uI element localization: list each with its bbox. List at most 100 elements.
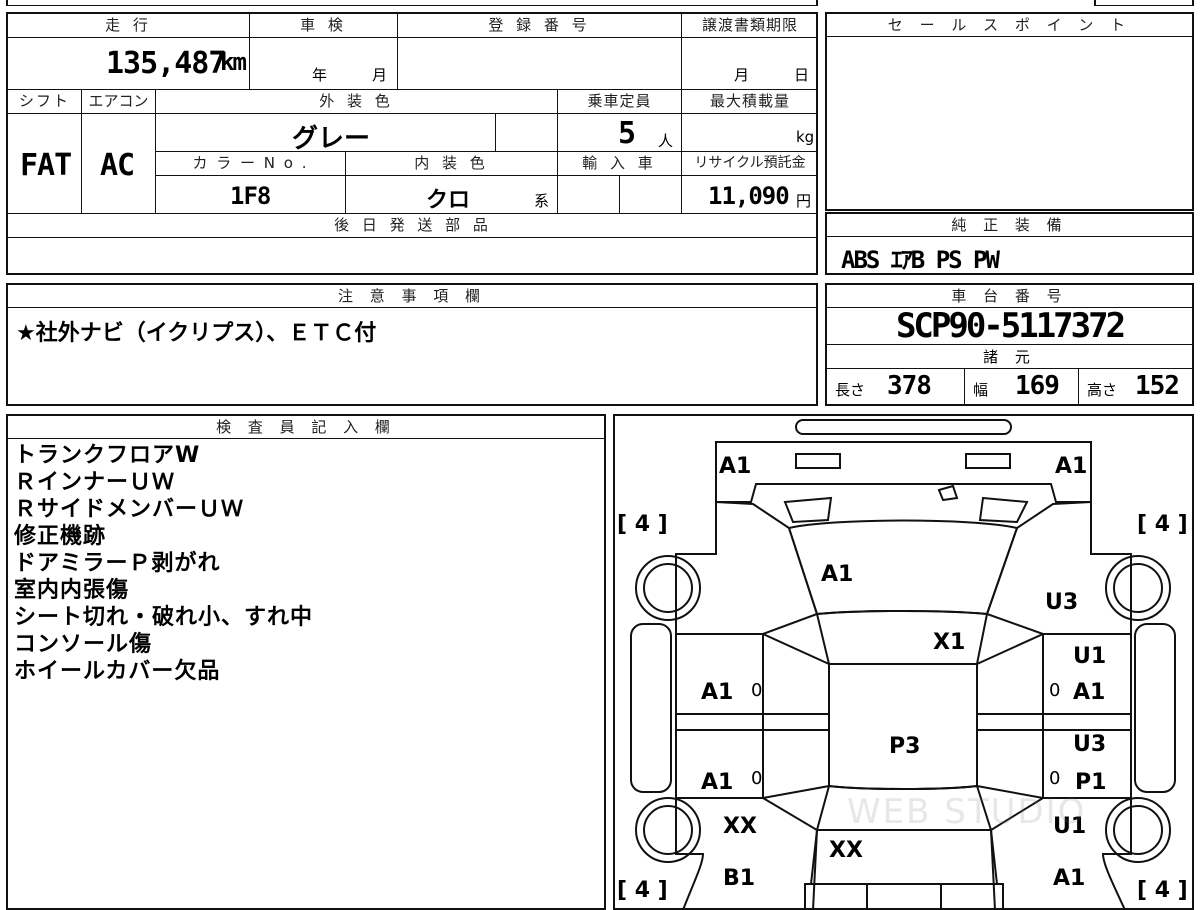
mark-zero: 0 [751,768,763,789]
mileage-label: 走 行 [8,14,250,38]
notes-text: ★社外ナビ（イクリプス）、ＥＴＣ付 [16,321,377,346]
mileage-unit: km [220,48,247,76]
inspector-line: ＲサイドメンバーＵＷ [14,497,245,522]
mileage-value: 135,487 [106,46,226,81]
transfer-month-unit: 月 [734,66,750,84]
registration-cell [398,38,682,90]
color-no-label: カ ラ ー N o . [156,152,346,176]
exterior-color-extra-cell [496,114,558,152]
exterior-color-value: グレー [292,124,371,154]
spec-length-value: 378 [887,371,932,401]
mark-front-left: B1 [723,866,756,891]
inspector-line: ＲインナーＵＷ [14,470,176,495]
mark-zero: 0 [1049,680,1061,701]
spec-height: 高さ 152 [1079,369,1192,404]
mark-zero: 0 [751,680,763,701]
watermark: WEB STUDIO [847,792,1087,832]
capacity-value: 5 [618,116,637,151]
genuine-equipment-value: ABS ｴｱB PS PW [841,246,1000,274]
capacity-unit: 人 [658,132,674,150]
registration-label: 登 録 番 号 [398,14,682,38]
spec-width: 幅 169 [965,369,1079,404]
tire-front-left: [ 4 ] [617,878,668,903]
spec-height-label: 高さ [1087,381,1118,399]
interior-color-value: クロ [426,188,471,213]
mark-left-fender: XX [723,814,757,839]
inspector-line: シート切れ・破れ小、すれ中 [14,605,314,630]
transfer-day-unit: 日 [794,66,810,84]
import-label: 輸 入 車 [558,152,682,176]
recycle-value: 11,090 [708,182,790,210]
mark-rear-glass: A1 [821,562,854,587]
interior-color-cell: クロ 系 [346,176,558,214]
max-load-unit: kg [796,128,815,146]
aircon-value: AC [100,148,135,183]
top-strip [6,0,818,6]
mark-right-rear-door-top: U1 [1073,644,1107,669]
aircon-cell: AC [82,114,156,214]
capacity-cell: 5 人 [558,114,682,152]
mark-right-quarter: U3 [1045,590,1079,615]
recycle-label: リサイクル預託金 [682,152,818,176]
transfer-deadline-cell: 月 日 [682,38,818,90]
recycle-cell: 11,090 円 [682,176,818,214]
max-load-label: 最大積載量 [682,90,818,114]
inspector-line: 修正機跡 [14,524,107,549]
inspection-cell: 年 月 [250,38,398,90]
transfer-deadline-label: 譲渡書類期限 [682,14,818,38]
car-diagram-box: [ 4 ] [ 4 ] [ 4 ] [ 4 ] A1 A1 A1 U3 X1 U… [613,414,1194,910]
capacity-label: 乗車定員 [558,90,682,114]
inspector-line: 室内内張傷 [14,578,130,603]
import-cell-b [620,176,682,214]
exterior-color-label: 外 装 色 [156,90,558,114]
mark-hood: XX [829,838,863,863]
interior-color-label: 内 装 色 [346,152,558,176]
shift-value: FAT [20,148,72,183]
chassis-box: 車 台 番 号 SCP90-5117372 諸 元 長さ 378 幅 169 高… [825,283,1194,406]
car-diagram-outline [630,419,1176,908]
tire-rear-right: [ 4 ] [1137,512,1188,537]
mark-left-rear-door: A1 [701,680,734,705]
later-parts-label: 後 日 発 送 部 品 [8,214,818,238]
top-strip-right [1094,0,1194,6]
vehicle-info-sheet: 走 行 車 検 登 録 番 号 譲渡書類期限 135,487 km 年 月 月 … [6,12,818,275]
spec-height-value: 152 [1135,371,1180,401]
mark-roof-center: P3 [889,734,921,759]
aircon-label: エアコン [82,90,156,114]
inspector-line: トランクフロアW [14,443,201,468]
import-cell-a [558,176,620,214]
inspection-year-unit: 年 [312,66,328,84]
genuine-equipment-label: 純 正 装 備 [827,214,1192,237]
shift-cell: FAT [8,114,82,214]
interior-color-suffix: 系 [534,192,550,210]
tire-front-right: [ 4 ] [1137,878,1188,903]
mark-rear-left-top: A1 [719,454,752,479]
color-no-value: 1F8 [230,182,271,210]
notes-label: 注 意 事 項 欄 [8,285,816,308]
inspector-label: 検 査 員 記 入 欄 [8,416,604,439]
chassis-value: SCP90-5117372 [827,307,1192,345]
spec-width-label: 幅 [973,381,989,399]
mark-front-right: A1 [1053,866,1086,891]
mark-roof-right: X1 [933,630,966,655]
mark-rear-right-top: A1 [1055,454,1088,479]
inspection-label: 車 検 [250,14,398,38]
mark-left-front-door: A1 [701,770,734,795]
sales-point-label: セ ー ル ス ポ イ ン ト [827,14,1192,37]
notes-box: 注 意 事 項 欄 ★社外ナビ（イクリプス）、ＥＴＣ付 [6,283,818,406]
tire-rear-left: [ 4 ] [617,512,668,537]
spec-length-label: 長さ [835,381,866,399]
mark-right-rear-door: A1 [1073,680,1106,705]
inspection-month-unit: 月 [372,66,388,84]
max-load-cell: kg [682,114,818,152]
shift-label: シフト [8,90,82,114]
specs-label: 諸 元 [827,345,1192,369]
recycle-unit: 円 [796,192,812,210]
inspector-box: 検 査 員 記 入 欄 トランクフロアW ＲインナーＵＷ ＲサイドメンバーＵＷ … [6,414,606,910]
sales-point-box: セ ー ル ス ポ イ ン ト [825,12,1194,211]
mark-right-front-door-top: U3 [1073,732,1107,757]
mark-zero: 0 [1049,768,1061,789]
spec-length: 長さ 378 [827,369,965,404]
color-no-cell: 1F8 [156,176,346,214]
inspector-lines: トランクフロアW ＲインナーＵＷ ＲサイドメンバーＵＷ 修正機跡 ドアミラーＰ剥… [14,442,313,685]
